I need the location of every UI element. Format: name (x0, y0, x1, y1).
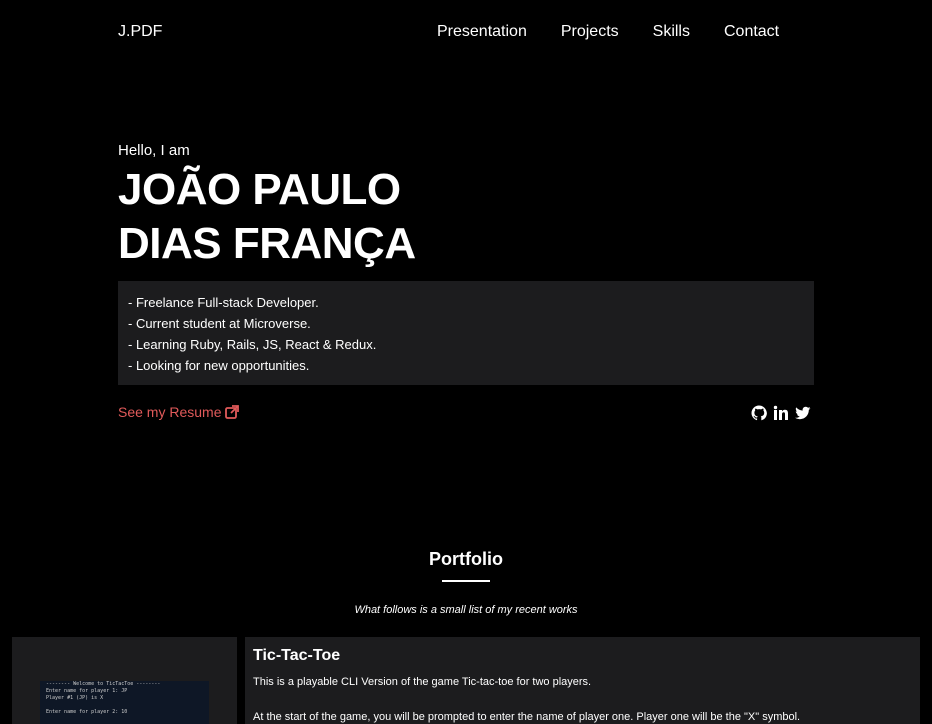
nav-presentation[interactable]: Presentation (437, 23, 527, 41)
thumb-line (40, 702, 209, 709)
project-description: This is a playable CLI Version of the ga… (253, 676, 592, 688)
navbar: J.PDF Presentation Projects Skills Conta… (0, 0, 932, 66)
greeting: Hello, I am (118, 142, 190, 159)
project-card: Tic-Tac-Toe This is a playable CLI Versi… (245, 637, 920, 724)
portfolio-subtitle: What follows is a small list of my recen… (354, 604, 578, 616)
brand-logo[interactable]: J.PDF (118, 23, 162, 41)
twitter-icon[interactable] (795, 405, 811, 421)
project-image-panel: -------- Welcome to TicTacToe -------- E… (12, 637, 237, 724)
nav-links: Presentation Projects Skills Contact (437, 23, 813, 41)
bio-panel: - Freelance Full-stack Developer. - Curr… (118, 281, 814, 385)
name-line-2: DIAS FRANÇA (118, 219, 416, 268)
thumb-line: Player #1 (JP) is X (46, 695, 104, 701)
project-description-more: At the start of the game, you will be pr… (253, 711, 801, 723)
bio-line: - Freelance Full-stack Developer. (128, 295, 319, 310)
external-link-icon (225, 405, 240, 419)
resume-row: See my Resume (118, 404, 814, 424)
bio-line: - Learning Ruby, Rails, JS, React & Redu… (128, 337, 377, 352)
thumb-line: Enter name for player 1: JP (46, 688, 128, 694)
bio-line: - Current student at Microverse. (128, 316, 311, 331)
title-underline (442, 580, 490, 582)
hero-name: JOÃO PAULO DIAS FRANÇA (118, 163, 814, 271)
resume-link[interactable]: See my Resume (118, 404, 240, 420)
github-icon[interactable] (751, 405, 767, 421)
bio-line: - Looking for new opportunities. (128, 358, 310, 373)
project-title: Tic-Tac-Toe (253, 647, 341, 664)
social-links (745, 405, 811, 421)
portfolio-header: Portfolio What follows is a small list o… (0, 549, 932, 616)
resume-label: See my Resume (118, 404, 222, 420)
linkedin-icon[interactable] (773, 405, 789, 421)
hero-section: Hello, I am JOÃO PAULO DIAS FRANÇA - Fre… (118, 142, 814, 424)
nav-skills[interactable]: Skills (653, 23, 690, 41)
thumb-line: Enter name for player 2: 10 (46, 709, 128, 715)
portfolio-title: Portfolio (429, 549, 503, 569)
name-line-1: JOÃO PAULO (118, 165, 401, 214)
project-thumbnail[interactable]: -------- Welcome to TicTacToe -------- E… (40, 681, 209, 724)
thumb-line: -------- Welcome to TicTacToe -------- (46, 681, 161, 687)
nav-contact[interactable]: Contact (724, 23, 779, 41)
nav-projects[interactable]: Projects (561, 23, 619, 41)
